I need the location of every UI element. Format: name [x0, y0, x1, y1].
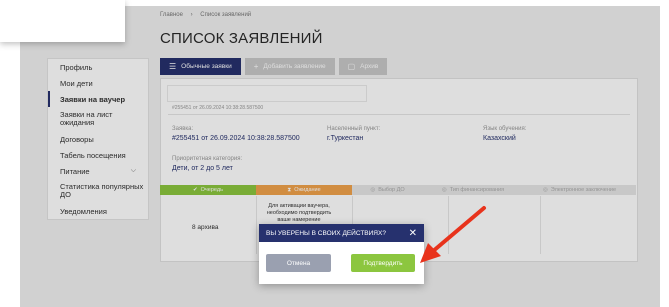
- top-left-card: [0, 0, 125, 42]
- red-arrow-icon: [420, 206, 486, 263]
